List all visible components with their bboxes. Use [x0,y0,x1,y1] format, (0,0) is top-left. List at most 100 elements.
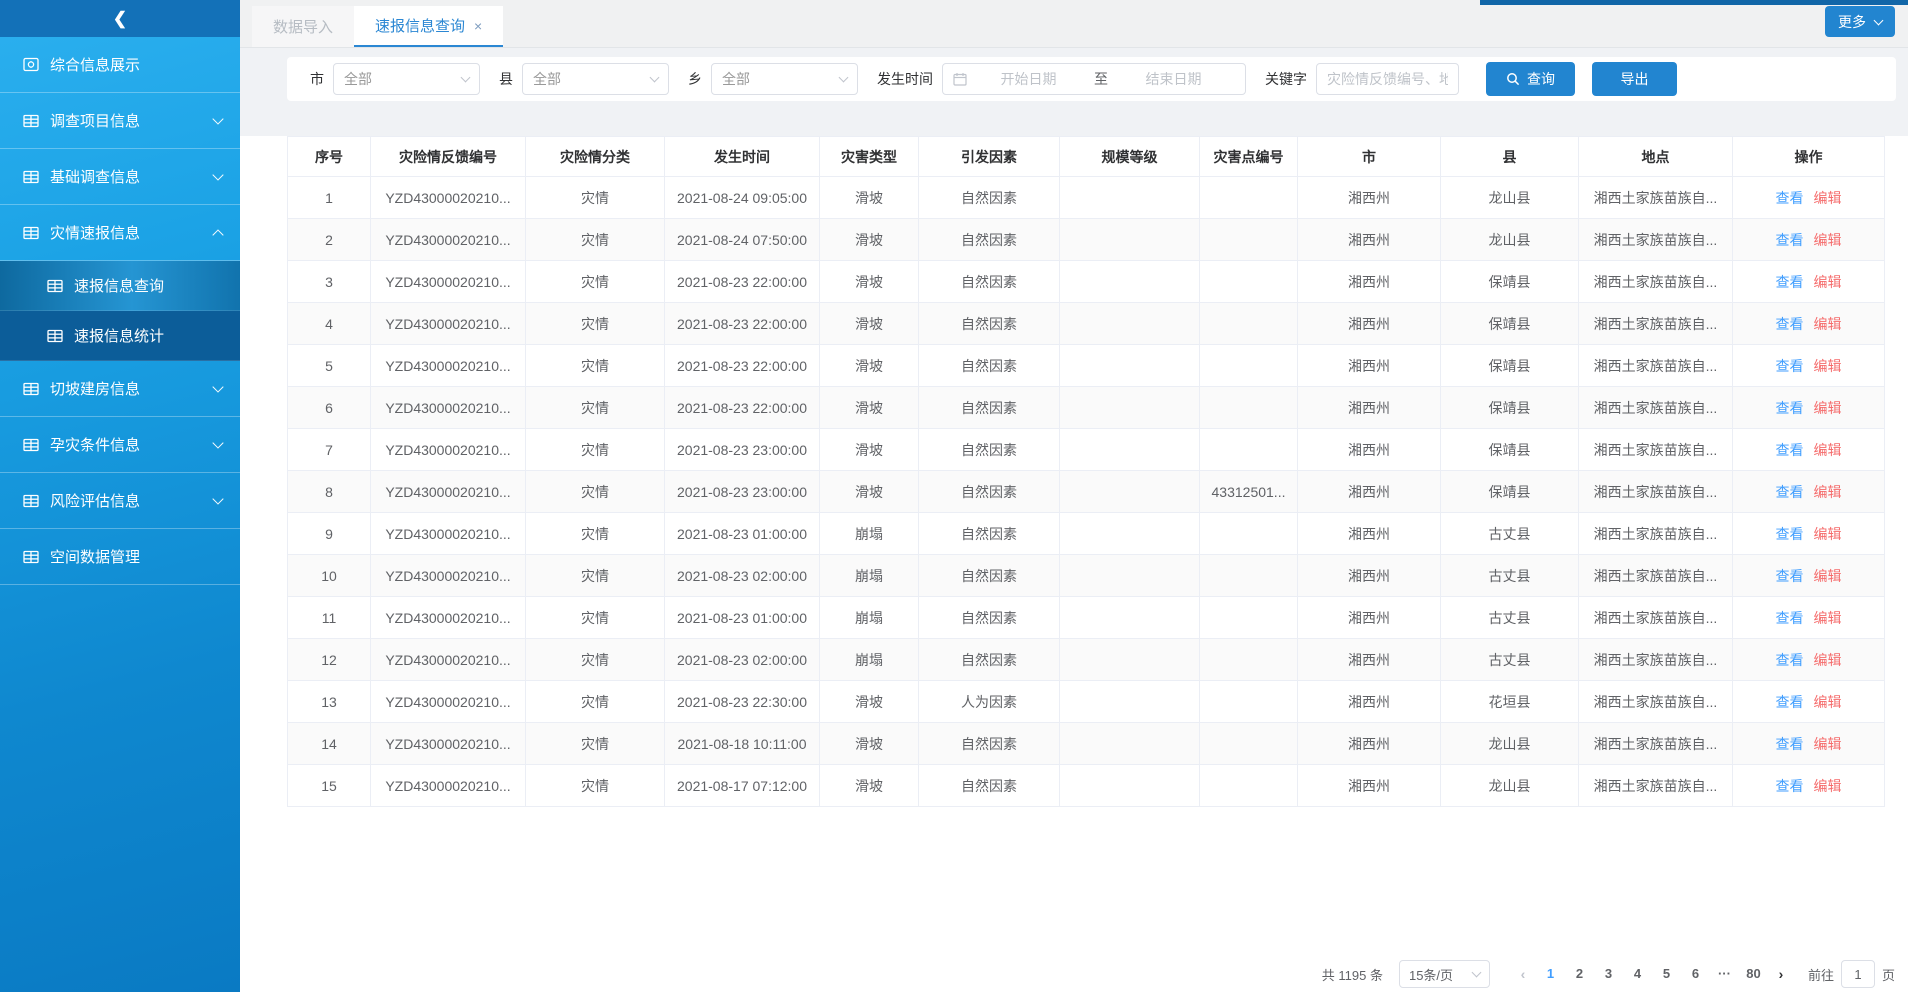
date-start-placeholder[interactable]: 开始日期 [967,69,1090,89]
page-size-select[interactable]: 15条/页 [1399,960,1490,988]
edit-link[interactable]: 编辑 [1814,358,1842,374]
column-header: 县 [1441,137,1579,177]
sidebar-item-2[interactable]: 调查项目信息 [0,93,240,149]
sidebar-item-8[interactable]: 空间数据管理 [0,529,240,585]
page-number[interactable]: 2 [1565,960,1594,988]
date-end-placeholder[interactable]: 结束日期 [1112,69,1235,89]
edit-link[interactable]: 编辑 [1814,274,1842,290]
edit-link[interactable]: 编辑 [1814,568,1842,584]
table-cell: YZD43000020210... [371,345,526,387]
edit-link[interactable]: 编辑 [1814,232,1842,248]
column-header: 灾害类型 [820,137,919,177]
export-button[interactable]: 导出 [1592,62,1677,96]
view-link[interactable]: 查看 [1776,736,1804,752]
goto-page-input[interactable] [1841,960,1875,988]
page-number[interactable]: 5 [1652,960,1681,988]
page-number[interactable]: 4 [1623,960,1652,988]
search-button[interactable]: 查询 [1486,62,1575,96]
more-button[interactable]: 更多 [1825,6,1895,37]
table-cell: 2021-08-23 02:00:00 [665,639,820,681]
column-header: 地点 [1579,137,1733,177]
sidebar-item-5[interactable]: 切坡建房信息 [0,361,240,417]
table-cell: 灾情 [526,303,665,345]
table-cell: 湘西土家族苗族自... [1579,639,1733,681]
chevron-down-icon [839,73,849,83]
view-link[interactable]: 查看 [1776,400,1804,416]
chevron-down-icon [650,73,660,83]
table-cell: 湘西土家族苗族自... [1579,387,1733,429]
edit-link[interactable]: 编辑 [1814,190,1842,206]
table-cell: YZD43000020210... [371,429,526,471]
view-link[interactable]: 查看 [1776,526,1804,542]
edit-link[interactable]: 编辑 [1814,736,1842,752]
town-select[interactable]: 全部 [711,63,858,95]
table-cell: 湘西土家族苗族自... [1579,723,1733,765]
view-link[interactable]: 查看 [1776,274,1804,290]
sidebar-item-4[interactable]: 灾情速报信息 [0,205,240,261]
view-link[interactable]: 查看 [1776,316,1804,332]
view-link[interactable]: 查看 [1776,694,1804,710]
view-link[interactable]: 查看 [1776,652,1804,668]
table-cell: YZD43000020210... [371,597,526,639]
city-select[interactable]: 全部 [333,63,480,95]
page-number[interactable]: 1 [1536,960,1565,988]
page-number[interactable]: 80 [1739,960,1768,988]
table-cell: 2021-08-17 07:12:00 [665,765,820,807]
sidebar-item-7[interactable]: 风险评估信息 [0,473,240,529]
view-link[interactable]: 查看 [1776,778,1804,794]
table-cell: 湘西州 [1298,723,1441,765]
view-link[interactable]: 查看 [1776,232,1804,248]
table-cell: 自然因素 [919,639,1060,681]
sidebar-collapse-icon[interactable]: ❮ [113,9,127,29]
table-cell: 保靖县 [1441,261,1579,303]
table-cell: 湘西州 [1298,471,1441,513]
date-range-picker[interactable]: 开始日期 至 结束日期 [942,63,1246,95]
edit-link[interactable]: 编辑 [1814,778,1842,794]
table-cell: 灾情 [526,555,665,597]
more-pages-icon[interactable]: ··· [1710,960,1739,988]
keyword-input[interactable] [1316,63,1459,95]
county-select[interactable]: 全部 [522,63,669,95]
edit-link[interactable]: 编辑 [1814,442,1842,458]
edit-link[interactable]: 编辑 [1814,694,1842,710]
table-cell: 2021-08-23 22:30:00 [665,681,820,723]
table-cell [1200,219,1298,261]
edit-link[interactable]: 编辑 [1814,610,1842,626]
sidebar-item-label: 灾情速报信息 [50,222,214,243]
edit-link[interactable]: 编辑 [1814,400,1842,416]
sidebar-item-3[interactable]: 基础调查信息 [0,149,240,205]
column-header: 灾险情分类 [526,137,665,177]
page-number[interactable]: 6 [1681,960,1710,988]
view-link[interactable]: 查看 [1776,358,1804,374]
table-cell: YZD43000020210... [371,639,526,681]
table-cell [1060,555,1200,597]
table-cell: 7 [288,429,371,471]
view-link[interactable]: 查看 [1776,610,1804,626]
view-link[interactable]: 查看 [1776,190,1804,206]
table-cell: YZD43000020210... [371,261,526,303]
edit-link[interactable]: 编辑 [1814,484,1842,500]
table-cell: 湘西土家族苗族自... [1579,345,1733,387]
edit-link[interactable]: 编辑 [1814,652,1842,668]
edit-link[interactable]: 编辑 [1814,316,1842,332]
page-number[interactable]: 3 [1594,960,1623,988]
sidebar-item-1[interactable]: 综合信息展示 [0,37,240,93]
tab-1[interactable]: 数据导入 [252,6,354,47]
view-link[interactable]: 查看 [1776,442,1804,458]
close-icon[interactable]: × [474,19,482,33]
table-cell: 湘西土家族苗族自... [1579,597,1733,639]
edit-link[interactable]: 编辑 [1814,526,1842,542]
keyword-label: 关键字 [1265,69,1307,89]
prev-page-button[interactable]: ‹ [1510,966,1536,982]
table-cell: 自然因素 [919,471,1060,513]
tab-2[interactable]: 速报信息查询× [354,6,503,47]
sidebar-subitem-2[interactable]: 速报信息统计 [0,311,240,361]
table-cell: 滑坡 [820,723,919,765]
view-link[interactable]: 查看 [1776,484,1804,500]
table-cell: 2021-08-23 23:00:00 [665,429,820,471]
next-page-button[interactable]: › [1768,966,1794,982]
table-cell: YZD43000020210... [371,723,526,765]
sidebar-item-6[interactable]: 孕灾条件信息 [0,417,240,473]
view-link[interactable]: 查看 [1776,568,1804,584]
sidebar-subitem-1[interactable]: 速报信息查询 [0,261,240,311]
